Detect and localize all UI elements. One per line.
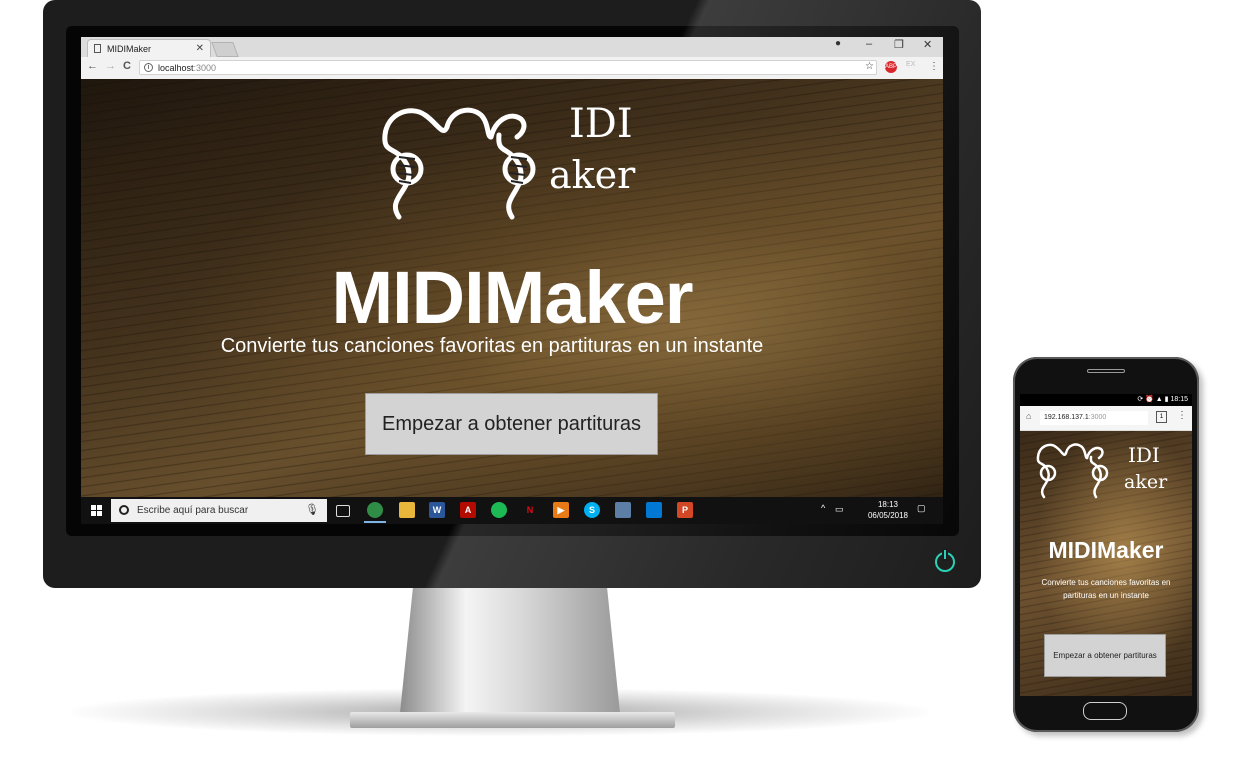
mobile-hero-section: IDI aker MIDIMaker Convierte tus cancion… <box>1020 431 1192 696</box>
midimaker-logo: IDI aker <box>377 97 637 227</box>
word-icon[interactable]: W <box>429 502 445 518</box>
hero-title: MIDIMaker <box>331 256 693 339</box>
mobile-get-started-button[interactable]: Empezar a obtener partituras <box>1044 634 1166 677</box>
spotify-icon[interactable] <box>491 502 507 518</box>
url-bar[interactable]: i localhost:3000 <box>139 60 877 75</box>
url-host: localhost <box>158 63 194 73</box>
hero-section: IDI aker MIDIMaker Convierte tus cancion… <box>81 79 943 497</box>
powerpoint-icon[interactable]: P <box>677 502 693 518</box>
browser-tab[interactable]: MIDIMaker ✕ <box>87 39 211 57</box>
profile-icon[interactable]: ● <box>835 38 841 49</box>
mobile-hero-title: MIDIMaker <box>1048 537 1164 563</box>
mobile-logo-text-idi: IDI <box>1128 443 1160 467</box>
mobile-menu-icon[interactable]: ⋮ <box>1177 410 1187 421</box>
menu-icon[interactable]: ⋮ <box>929 61 939 72</box>
monitor-stand <box>400 585 620 713</box>
mobile-address-bar: ⌂ 192.168.137.1:3000 1 ⋮ <box>1020 406 1192 431</box>
close-window-button[interactable]: ✕ <box>923 38 932 51</box>
active-indicator <box>364 521 386 523</box>
bookmark-star-icon[interactable]: ☆ <box>865 61 874 72</box>
tabs-count-icon[interactable]: 1 <box>1156 411 1167 423</box>
cortana-icon <box>119 505 129 515</box>
status-icons: ⟳ ⏰ ▲ ▮ <box>1137 396 1171 403</box>
task-view-icon[interactable] <box>336 505 350 517</box>
media-player-icon[interactable]: ▶ <box>553 502 569 518</box>
minimize-button[interactable]: – <box>866 38 872 50</box>
tray-expand-icon[interactable]: ^ <box>821 503 825 513</box>
power-icon[interactable] <box>935 550 955 572</box>
mobile-url-bar[interactable]: 192.168.137.1:3000 <box>1040 411 1148 425</box>
mobile-treble-clef-logo-icon <box>1036 443 1109 499</box>
mobile-url-port: :3000 <box>1088 414 1107 421</box>
windows-start-icon[interactable] <box>91 505 102 516</box>
monitor-stand-base <box>350 712 675 728</box>
search-placeholder: Escribe aquí para buscar <box>137 505 249 516</box>
taskbar-clock[interactable]: 18:13 06/05/2018 <box>863 499 913 521</box>
mobile-url-host: 192.168.137.1 <box>1044 414 1089 421</box>
logo-text-idi: IDI <box>569 101 633 147</box>
new-tab-button[interactable] <box>211 42 239 57</box>
reload-button[interactable]: C <box>123 60 131 72</box>
url-port: :3000 <box>193 63 217 73</box>
desktop-screen: MIDIMaker ✕ ● – ❐ ✕ ← → C i localhost:30… <box>81 37 943 524</box>
chrome-icon[interactable] <box>367 502 383 518</box>
phone-speaker <box>1087 369 1125 373</box>
acrobat-icon[interactable]: A <box>460 502 476 518</box>
browser-toolbar: ← → C i localhost:3000 ☆ ABP EX ⋮ <box>81 57 943 80</box>
mobile-status-bar: ⟳ ⏰ ▲ ▮ 18:15 <box>1020 394 1192 406</box>
hero-subtitle: Convierte tus canciones favoritas en par… <box>220 335 764 357</box>
taskbar-search-input[interactable]: Escribe aquí para buscar 🎙 <box>111 499 327 522</box>
forward-button[interactable]: → <box>105 60 116 72</box>
get-started-button[interactable]: Empezar a obtener partituras <box>365 393 658 455</box>
skype-icon[interactable]: S <box>584 502 600 518</box>
clock-time: 18:13 <box>877 500 899 509</box>
network-icon[interactable]: ▭ <box>835 504 844 515</box>
file-explorer-icon[interactable] <box>399 502 415 518</box>
home-icon[interactable]: ⌂ <box>1026 411 1031 421</box>
mobile-screen: ⟳ ⏰ ▲ ▮ 18:15 ⌂ 192.168.137.1:3000 1 ⋮ I… <box>1020 394 1192 696</box>
mobile-hero-subtitle: Convierte tus canciones favoritas en par… <box>1041 578 1171 600</box>
extension-icon[interactable]: EX <box>906 61 915 68</box>
netflix-icon[interactable]: N <box>522 502 538 518</box>
virtualbox-icon[interactable] <box>615 502 631 518</box>
mobile-phone: ⟳ ⏰ ▲ ▮ 18:15 ⌂ 192.168.137.1:3000 1 ⋮ I… <box>1013 357 1199 732</box>
tab-title: MIDIMaker <box>107 43 152 54</box>
phone-home-button[interactable] <box>1083 702 1127 720</box>
adblock-icon[interactable]: ABP <box>885 61 897 73</box>
clock-date: 06/05/2018 <box>867 511 909 520</box>
vscode-icon[interactable] <box>646 502 662 518</box>
notification-icon[interactable]: ▢ <box>917 503 926 514</box>
windows-taskbar: Escribe aquí para buscar 🎙 W A N ▶ S P ^… <box>81 497 943 524</box>
tab-close-icon[interactable]: ✕ <box>196 43 204 54</box>
browser-tabbar: MIDIMaker ✕ ● – ❐ ✕ <box>81 37 943 57</box>
logo-text-aker: aker <box>549 153 636 197</box>
status-time: 18:15 <box>1170 396 1188 403</box>
microphone-icon[interactable]: 🎙 <box>305 499 319 522</box>
back-button[interactable]: ← <box>87 60 98 72</box>
info-icon: i <box>144 63 153 72</box>
restore-button[interactable]: ❐ <box>894 38 904 51</box>
mobile-logo-text-aker: aker <box>1124 471 1168 493</box>
document-icon <box>94 44 101 53</box>
